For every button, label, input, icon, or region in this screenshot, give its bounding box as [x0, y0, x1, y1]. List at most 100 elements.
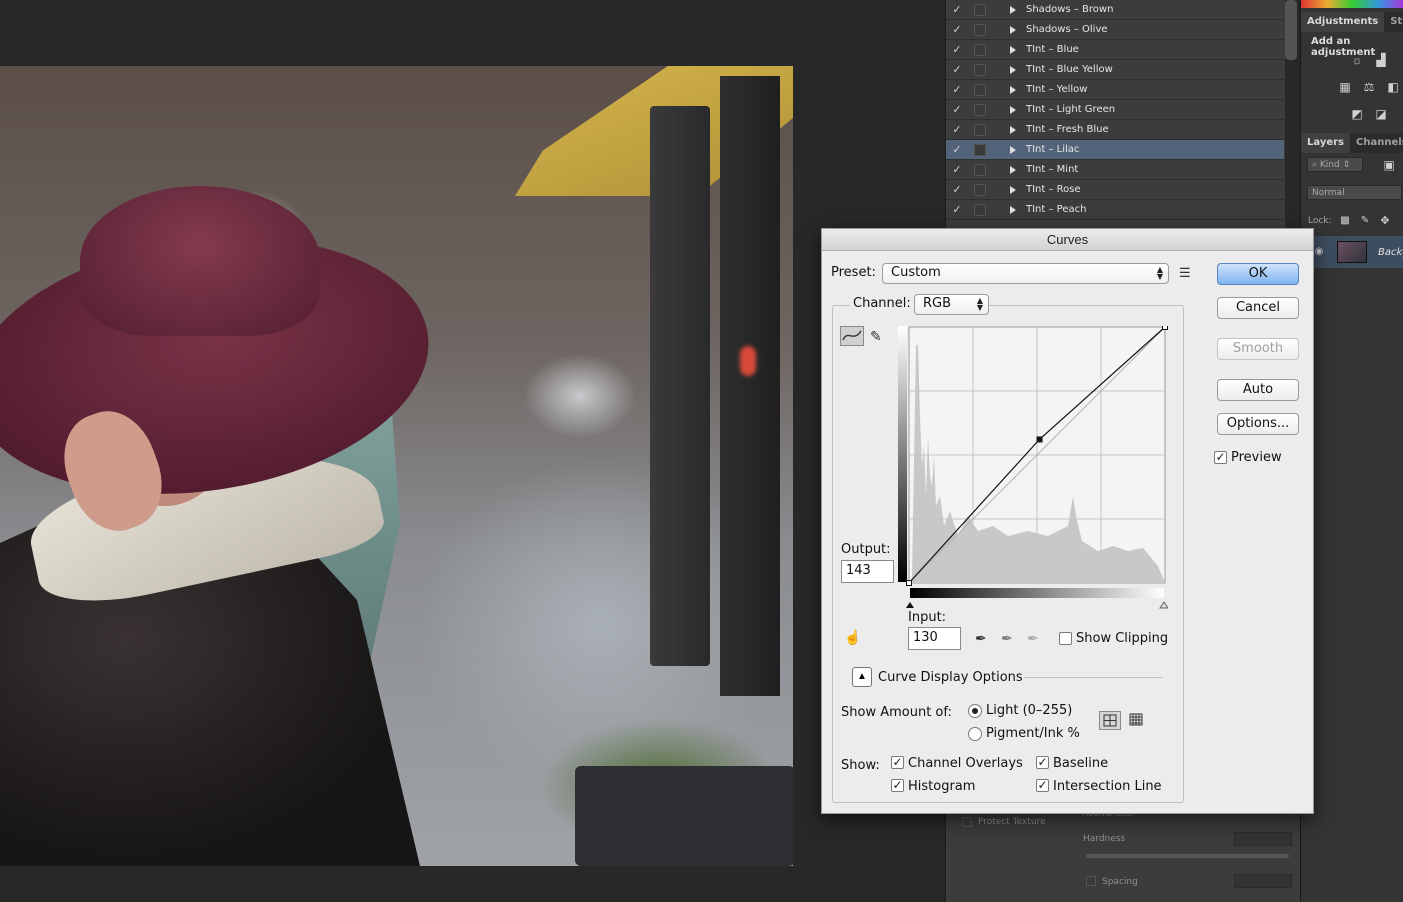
tab-adjustments[interactable]: Adjustments: [1301, 12, 1385, 32]
curve-control-point[interactable]: [1036, 436, 1043, 443]
toggle-dialog-checkbox[interactable]: [974, 203, 986, 216]
expand-triangle-icon[interactable]: [1010, 185, 1016, 194]
visibility-check-icon[interactable]: ✓: [946, 143, 968, 156]
expand-triangle-icon[interactable]: [1010, 5, 1016, 14]
visibility-check-icon[interactable]: ✓: [946, 163, 968, 176]
expand-triangle-icon[interactable]: [1010, 125, 1016, 134]
tab-styles[interactable]: Style: [1384, 12, 1403, 32]
preset-select[interactable]: Custom ▲ ▼: [882, 263, 1169, 284]
white-eyedropper-icon[interactable]: ✒: [1027, 630, 1039, 646]
hardness-slider[interactable]: [1086, 854, 1289, 858]
color-swatch-strip[interactable]: [1301, 0, 1403, 8]
style-list-item[interactable]: ✓ TInt – Yellow: [946, 80, 1284, 100]
cancel-button[interactable]: Cancel: [1217, 297, 1299, 319]
expand-triangle-icon[interactable]: [1010, 165, 1016, 174]
visibility-check-icon[interactable]: ✓: [946, 183, 968, 196]
expand-triangle-icon[interactable]: [1010, 45, 1016, 54]
style-list-item[interactable]: ✓ TInt – Blue: [946, 40, 1284, 60]
image-filter-icon[interactable]: ▣: [1381, 158, 1397, 172]
black-white-icon[interactable]: ◧: [1385, 80, 1401, 94]
spacing-checkbox[interactable]: [1086, 876, 1096, 886]
expand-triangle-icon[interactable]: [1010, 145, 1016, 154]
pencil-tool-icon[interactable]: ✎: [870, 328, 882, 344]
curve-control-point[interactable]: [906, 580, 912, 586]
expand-triangle-icon[interactable]: [1010, 105, 1016, 114]
options-button[interactable]: Options...: [1217, 413, 1299, 435]
toggle-dialog-checkbox[interactable]: [974, 83, 986, 96]
curve-graph[interactable]: [898, 326, 1168, 616]
smooth-button[interactable]: Smooth: [1217, 338, 1299, 360]
lock-transparency-icon[interactable]: ▩: [1337, 214, 1353, 228]
protect-texture-checkbox[interactable]: [962, 817, 972, 827]
gray-eyedropper-icon[interactable]: ✒: [1001, 630, 1013, 646]
curve-edit-tool[interactable]: [840, 326, 864, 346]
toggle-dialog-checkbox[interactable]: [974, 143, 986, 156]
blend-mode-select[interactable]: Normal: [1307, 185, 1402, 200]
toggle-dialog-checkbox[interactable]: [974, 23, 986, 36]
toggle-dialog-checkbox[interactable]: [974, 3, 986, 16]
lock-move-icon[interactable]: ✥: [1377, 214, 1393, 228]
toggle-dialog-checkbox[interactable]: [974, 43, 986, 56]
toggle-dialog-checkbox[interactable]: [974, 123, 986, 136]
hardness-field[interactable]: [1234, 832, 1292, 846]
light-radio[interactable]: [968, 704, 982, 718]
channel-overlays-checkbox[interactable]: ✓: [891, 756, 904, 769]
style-list-item[interactable]: ✓ TInt – Rose: [946, 180, 1284, 200]
histogram-checkbox[interactable]: ✓: [891, 779, 904, 792]
dialog-titlebar[interactable]: Curves: [822, 229, 1313, 251]
style-list-item[interactable]: ✓ TInt – Light Green: [946, 100, 1284, 120]
spacing-field[interactable]: [1234, 874, 1292, 888]
invert-icon[interactable]: ◩: [1349, 107, 1365, 121]
style-list-item[interactable]: ✓ TInt – Blue Yellow: [946, 60, 1284, 80]
disclosure-triangle-icon[interactable]: ▲: [852, 667, 872, 687]
style-list-item[interactable]: ✓ Shadows – Brown: [946, 0, 1284, 20]
layer-kind-filter[interactable]: ⌕ Kind ⇕: [1307, 157, 1363, 172]
expand-triangle-icon[interactable]: [1010, 65, 1016, 74]
tab-layers[interactable]: Layers: [1301, 133, 1350, 153]
visibility-check-icon[interactable]: ✓: [946, 63, 968, 76]
auto-button[interactable]: Auto: [1217, 379, 1299, 401]
expand-triangle-icon[interactable]: [1010, 25, 1016, 34]
white-point-slider[interactable]: [1159, 601, 1168, 609]
style-list-item[interactable]: ✓ TInt – Peach: [946, 200, 1284, 220]
expand-triangle-icon[interactable]: [1010, 205, 1016, 214]
preview-checkbox[interactable]: ✓: [1214, 451, 1227, 464]
visibility-check-icon[interactable]: ✓: [946, 3, 968, 16]
canvas-photo[interactable]: [0, 66, 793, 866]
intersection-line-checkbox[interactable]: ✓: [1036, 779, 1049, 792]
color-balance-icon[interactable]: ⚖: [1361, 80, 1377, 94]
show-clipping-checkbox[interactable]: [1059, 632, 1072, 645]
simple-grid-button[interactable]: [1099, 711, 1121, 730]
on-image-adjust-icon[interactable]: ☝: [844, 629, 861, 645]
curve-control-point[interactable]: [1162, 326, 1168, 330]
toggle-dialog-checkbox[interactable]: [974, 183, 986, 196]
input-field[interactable]: 130: [908, 627, 961, 650]
visibility-check-icon[interactable]: ✓: [946, 43, 968, 56]
style-list-item[interactable]: ✓ TInt – Mint: [946, 160, 1284, 180]
toggle-dialog-checkbox[interactable]: [974, 163, 986, 176]
visibility-check-icon[interactable]: ✓: [946, 83, 968, 96]
ok-button[interactable]: OK: [1217, 263, 1299, 285]
channel-select[interactable]: RGB ▲ ▼: [914, 294, 989, 315]
style-list-item[interactable]: ✓ Shadows – Olive: [946, 20, 1284, 40]
detailed-grid-button[interactable]: [1126, 711, 1148, 730]
baseline-checkbox[interactable]: ✓: [1036, 756, 1049, 769]
visibility-check-icon[interactable]: ✓: [946, 123, 968, 136]
visibility-check-icon[interactable]: ✓: [946, 203, 968, 216]
gradient-map-icon[interactable]: ◪: [1373, 107, 1389, 121]
preset-options-icon[interactable]: ☰: [1179, 265, 1191, 281]
styles-scrollbar[interactable]: [1285, 0, 1297, 60]
tab-channels[interactable]: Channels: [1350, 133, 1403, 153]
brightness-icon[interactable]: ☼: [1349, 53, 1365, 67]
visibility-check-icon[interactable]: ✓: [946, 103, 968, 116]
output-field[interactable]: 143: [841, 560, 894, 583]
black-point-slider[interactable]: [906, 602, 914, 608]
toggle-dialog-checkbox[interactable]: [974, 103, 986, 116]
hue-saturation-icon[interactable]: ▦: [1337, 80, 1353, 94]
toggle-dialog-checkbox[interactable]: [974, 63, 986, 76]
layer-row-background[interactable]: ◉ Backg: [1301, 236, 1403, 268]
visibility-check-icon[interactable]: ✓: [946, 23, 968, 36]
expand-triangle-icon[interactable]: [1010, 85, 1016, 94]
style-list-item[interactable]: ✓ TInt – Lilac: [946, 140, 1284, 160]
style-list-item[interactable]: ✓ TInt – Fresh Blue: [946, 120, 1284, 140]
